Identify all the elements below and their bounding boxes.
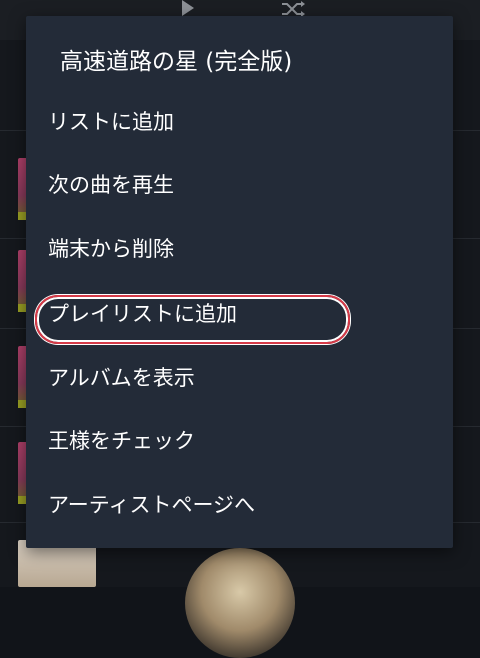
context-menu: 高速道路の星 (完全版) リストに追加 次の曲を再生 端末から削除 プレイリスト… — [26, 16, 453, 548]
now-playing-artwork — [185, 548, 295, 658]
menu-item-label: 端末から削除 — [48, 237, 174, 261]
menu-item-add-to-playlist[interactable]: プレイリストに追加 — [26, 286, 453, 342]
menu-item-play-next[interactable]: 次の曲を再生 — [26, 157, 453, 213]
menu-item-add-to-list[interactable]: リストに追加 — [26, 94, 453, 150]
menu-title: 高速道路の星 (完全版) — [60, 49, 293, 75]
menu-item-label: 王様をチェック — [48, 429, 195, 453]
menu-item-label: プレイリストに追加 — [48, 302, 237, 326]
menu-item-check-king[interactable]: 王様をチェック — [26, 413, 453, 469]
menu-item-go-to-artist[interactable]: アーティストページへ — [26, 477, 453, 533]
menu-item-view-album[interactable]: アルバムを表示 — [26, 350, 453, 406]
menu-item-label: アーティストページへ — [48, 493, 256, 517]
menu-item-label: 次の曲を再生 — [48, 173, 174, 197]
menu-item-delete-from-device[interactable]: 端末から削除 — [26, 221, 453, 277]
menu-item-label: リストに追加 — [48, 110, 174, 134]
menu-item-label: アルバムを表示 — [48, 366, 195, 390]
